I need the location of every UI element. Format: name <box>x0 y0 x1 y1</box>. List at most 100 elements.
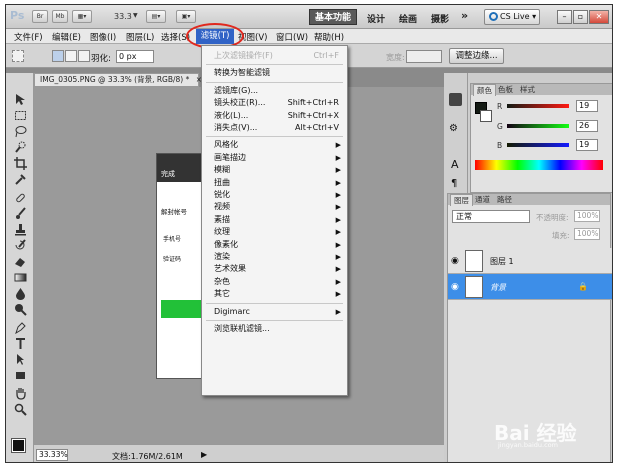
type-tool-icon[interactable] <box>14 337 27 350</box>
feather-input[interactable]: 0 px <box>116 50 154 63</box>
screen-mode-button[interactable]: ▣▾ <box>176 10 196 23</box>
tab-swatches[interactable]: 色板 <box>495 84 516 96</box>
history-icon[interactable]: ⚙ <box>449 123 458 134</box>
green-slider[interactable] <box>507 124 569 128</box>
filter-menu-item[interactable]: 画笔描边 ▶ <box>202 152 347 164</box>
crop-tool-icon[interactable] <box>14 157 27 170</box>
mini-bridge-icon[interactable] <box>449 93 462 106</box>
eyedropper-icon[interactable] <box>14 173 27 186</box>
layer-row[interactable]: ◉ 图层 1 <box>448 248 612 274</box>
workspace-photography[interactable]: 摄影 <box>431 12 449 25</box>
filter-menu-item[interactable]: 渲染 ▶ <box>202 251 347 263</box>
lasso-tool-icon[interactable] <box>14 125 27 138</box>
menu-layer[interactable]: 图层(L) <box>126 31 154 43</box>
gradient-tool-icon[interactable] <box>14 271 27 284</box>
marquee-tool-icon[interactable] <box>14 109 27 122</box>
menu-window[interactable]: 窗口(W) <box>276 31 308 43</box>
filter-menu-item[interactable]: 杂色 ▶ <box>202 276 347 288</box>
eye-icon[interactable]: ◉ <box>451 282 459 292</box>
filter-menu-item[interactable]: 视频 ▶ <box>202 201 347 213</box>
filter-menu-item[interactable]: 风格化 ▶ <box>202 139 347 151</box>
filter-menu-item[interactable]: 液化(L)... Shift+Ctrl+X <box>202 110 347 122</box>
menu-image[interactable]: 图像(I) <box>90 31 116 43</box>
clone-stamp-icon[interactable] <box>14 223 27 236</box>
dodge-tool-icon[interactable] <box>14 303 27 316</box>
red-value[interactable]: 19 <box>576 100 598 112</box>
opacity-input[interactable]: 100% <box>574 210 600 222</box>
quick-selection-icon[interactable] <box>14 141 27 154</box>
marquee-tool-preset[interactable] <box>12 50 24 62</box>
layer-row-selected[interactable]: ◉ 背景 🔒 <box>448 274 612 300</box>
color-spectrum[interactable] <box>475 160 603 170</box>
workspace-essentials[interactable]: 基本功能 <box>309 9 357 25</box>
tab-layers[interactable]: 图层 <box>450 194 473 206</box>
refine-edge-button[interactable]: 调整边缘... <box>449 48 504 64</box>
path-selection-icon[interactable] <box>14 353 27 366</box>
tab-paths[interactable]: 路径 <box>494 194 515 206</box>
view-extras-button[interactable]: ▦▾ <box>72 10 92 23</box>
eye-icon[interactable]: ◉ <box>451 256 459 266</box>
tab-color[interactable]: 颜色 <box>473 84 496 96</box>
blur-tool-icon[interactable] <box>14 287 27 300</box>
add-selection-icon[interactable] <box>65 50 77 62</box>
green-value[interactable]: 26 <box>576 120 598 132</box>
foreground-color-swatch[interactable] <box>11 438 26 453</box>
hand-tool-icon[interactable] <box>14 387 27 400</box>
eraser-icon[interactable] <box>14 255 27 268</box>
menu-edit[interactable]: 编辑(E) <box>52 31 81 43</box>
status-zoom-input[interactable]: 33.33% <box>36 449 68 461</box>
subtract-selection-icon[interactable] <box>78 50 90 62</box>
bridge-button[interactable]: Br <box>32 10 48 23</box>
document-canvas[interactable]: 完成 解封帐号 手机号 验证码 <box>156 153 204 379</box>
filter-menu-item[interactable]: 扭曲 ▶ <box>202 177 347 189</box>
menu-file[interactable]: 文件(F) <box>14 31 43 43</box>
history-brush-icon[interactable] <box>14 239 27 252</box>
zoom-level[interactable]: 33.3 <box>114 12 132 21</box>
minimize-button[interactable]: – <box>557 10 572 24</box>
new-selection-icon[interactable] <box>52 50 64 62</box>
brush-tool-icon[interactable] <box>14 207 27 220</box>
more-workspaces-button[interactable]: » <box>461 9 468 22</box>
blue-value[interactable]: 19 <box>576 139 598 151</box>
character-icon[interactable]: A <box>451 158 459 171</box>
blend-mode-select[interactable]: 正常 <box>452 210 530 223</box>
filter-menu-item[interactable]: 锐化 ▶ <box>202 189 347 201</box>
filter-menu-item[interactable]: 其它 ▶ <box>202 288 347 300</box>
filter-menu-item[interactable]: 模糊 ▶ <box>202 164 347 176</box>
shape-tool-icon[interactable] <box>14 369 27 382</box>
filter-menu-item[interactable]: 素描 ▶ <box>202 214 347 226</box>
fill-input[interactable]: 100% <box>574 228 600 240</box>
cs-live-button[interactable]: CS Live ▾ <box>484 9 540 25</box>
filter-menu-item[interactable]: 转换为智能滤镜 <box>202 67 347 79</box>
arrange-documents-button[interactable]: ▤▾ <box>146 10 166 23</box>
tab-channels[interactable]: 通道 <box>472 194 493 206</box>
zoom-tool-icon[interactable] <box>14 403 27 416</box>
status-menu-arrow-icon[interactable]: ▶ <box>201 450 207 459</box>
filter-menu-item[interactable]: 滤镜库(G)... <box>202 85 347 97</box>
restore-button[interactable]: ▫ <box>573 10 588 24</box>
healing-brush-icon[interactable] <box>14 191 27 204</box>
chevron-down-icon[interactable]: ▼ <box>133 12 138 19</box>
filter-menu-item[interactable]: 消失点(V)... Alt+Ctrl+V <box>202 122 347 134</box>
document-tab[interactable]: IMG_0305.PNG @ 33.3% (背景, RGB/8) * × <box>34 73 202 87</box>
move-tool-icon[interactable] <box>14 93 27 106</box>
workspace-design[interactable]: 设计 <box>367 12 385 25</box>
tab-styles[interactable]: 样式 <box>517 84 538 96</box>
filter-menu-item[interactable]: 艺术效果 ▶ <box>202 263 347 275</box>
filter-menu-item[interactable]: 纹理 ▶ <box>202 226 347 238</box>
pen-tool-icon[interactable] <box>14 321 27 335</box>
workspace-painting[interactable]: 绘画 <box>399 12 417 25</box>
blue-slider[interactable] <box>507 143 569 147</box>
filter-menu-item[interactable]: 像素化 ▶ <box>202 239 347 251</box>
filter-menu-item[interactable]: 镜头校正(R)... Shift+Ctrl+R <box>202 97 347 109</box>
color-background-swatch[interactable] <box>480 110 492 122</box>
filter-menu-item[interactable]: Digimarc ▶ <box>202 306 347 318</box>
filter-menu-item[interactable]: 浏览联机滤镜... <box>202 323 347 335</box>
red-slider[interactable] <box>507 104 569 108</box>
menu-item-label: 锐化 <box>214 190 230 199</box>
close-button[interactable]: ✕ <box>589 10 609 24</box>
menu-help[interactable]: 帮助(H) <box>314 31 344 43</box>
width-input[interactable] <box>406 50 442 63</box>
mini-bridge-button[interactable]: Mb <box>52 10 68 23</box>
paragraph-icon[interactable]: ¶ <box>451 178 457 189</box>
